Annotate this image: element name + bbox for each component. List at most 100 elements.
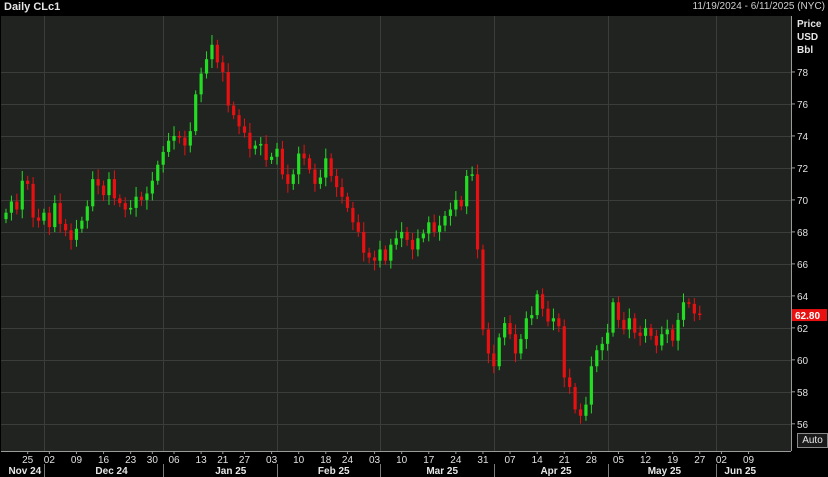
x-tick-label: 09 bbox=[743, 455, 755, 466]
y-tick-label: 78 bbox=[797, 68, 809, 79]
candle-body bbox=[421, 233, 425, 239]
candle-body bbox=[161, 151, 165, 165]
candle-body bbox=[573, 387, 577, 410]
candle-body bbox=[20, 180, 24, 210]
last-price-tag: 62.80 bbox=[792, 309, 827, 322]
candle-body bbox=[470, 174, 474, 176]
y-unit-label-price: Price bbox=[797, 19, 822, 30]
y-tick-label: 60 bbox=[797, 356, 809, 367]
candle-body bbox=[194, 94, 198, 132]
candle-body bbox=[671, 329, 675, 341]
candle-body bbox=[367, 252, 371, 258]
x-tick-label: 12 bbox=[640, 455, 652, 466]
y-tick-label: 74 bbox=[797, 132, 809, 143]
y-tick-label: 56 bbox=[797, 420, 809, 431]
candle-body bbox=[405, 231, 409, 240]
x-tick-label: 24 bbox=[450, 455, 462, 466]
x-tick-label: 10 bbox=[396, 455, 408, 466]
candle-body bbox=[475, 174, 480, 250]
candle-body bbox=[47, 212, 51, 228]
candle-body bbox=[351, 207, 355, 223]
candle-body bbox=[578, 409, 583, 416]
candle-body bbox=[513, 334, 518, 354]
candle-body bbox=[557, 318, 561, 327]
candle-body bbox=[345, 196, 350, 208]
candle-body bbox=[383, 249, 387, 261]
candle-body bbox=[362, 231, 366, 253]
candle-body bbox=[335, 175, 339, 188]
candle-body bbox=[692, 303, 696, 314]
candle-body bbox=[638, 332, 642, 336]
candle-body bbox=[562, 326, 566, 378]
auto-scale-button[interactable]: Auto bbox=[797, 433, 828, 448]
candle-body bbox=[681, 302, 686, 320]
candle-body bbox=[372, 257, 377, 261]
x-tick-label: 17 bbox=[423, 455, 435, 466]
candle-body bbox=[139, 196, 144, 200]
candle-body bbox=[280, 148, 285, 175]
candle-body bbox=[649, 327, 653, 336]
candle-body bbox=[96, 179, 100, 186]
candle-body bbox=[540, 294, 545, 309]
candle-body bbox=[167, 140, 171, 152]
x-tick-label: 03 bbox=[369, 455, 381, 466]
x-tick-label: 13 bbox=[196, 455, 208, 466]
x-tick-label: 24 bbox=[342, 455, 354, 466]
candle-body bbox=[129, 207, 133, 210]
candle-body bbox=[232, 105, 236, 116]
x-tick-label: 21 bbox=[217, 455, 229, 466]
candle bbox=[611, 298, 615, 337]
candle-body bbox=[389, 244, 393, 261]
x-tick-label: 21 bbox=[559, 455, 571, 466]
x-tick-label: 03 bbox=[266, 455, 278, 466]
candle-body bbox=[74, 228, 79, 240]
candle-body bbox=[64, 223, 68, 231]
x-tick-label: 19 bbox=[667, 455, 679, 466]
y-tick-label: 76 bbox=[797, 100, 809, 111]
x-tick-label: 05 bbox=[613, 455, 625, 466]
candle-body bbox=[546, 308, 550, 322]
candle-body bbox=[269, 156, 274, 160]
x-tick-label: 23 bbox=[125, 455, 137, 466]
candle-body bbox=[85, 206, 89, 221]
candle-body bbox=[118, 198, 122, 204]
candle-body bbox=[264, 143, 268, 160]
x-tick-label: 02 bbox=[44, 455, 56, 466]
x-tick-label: 31 bbox=[477, 455, 489, 466]
candle-body bbox=[443, 215, 447, 226]
candle-body bbox=[595, 350, 599, 367]
month-label: Dec 24 bbox=[95, 466, 128, 477]
candle-body bbox=[492, 353, 496, 367]
candle-body bbox=[530, 315, 534, 319]
candle-body bbox=[611, 302, 615, 333]
candle-body bbox=[248, 132, 252, 149]
candle-body bbox=[253, 145, 257, 149]
price-chart[interactable]: Price USD Bbl 56 58 60 62 64 66 68 70 72 74 76 78 6… bbox=[0, 0, 828, 477]
candle-body bbox=[486, 329, 490, 354]
candle-body bbox=[80, 220, 84, 229]
candle-body bbox=[660, 334, 664, 346]
x-tick-label: 18 bbox=[320, 455, 332, 466]
y-tick-label: 70 bbox=[797, 196, 809, 207]
candle-body bbox=[508, 323, 512, 335]
candle-body bbox=[215, 44, 219, 63]
candle-body bbox=[676, 319, 680, 341]
month-label: Jun 25 bbox=[724, 466, 756, 477]
candle-body bbox=[101, 185, 106, 196]
candle-body bbox=[15, 201, 19, 210]
candle-body bbox=[324, 158, 328, 178]
candle-body bbox=[400, 231, 404, 239]
candle-body bbox=[551, 318, 556, 322]
candle-body bbox=[297, 153, 301, 175]
y-tick-label: 72 bbox=[797, 164, 809, 175]
x-tick-label: 25 bbox=[22, 455, 34, 466]
candle-body bbox=[286, 174, 290, 184]
y-unit-label-volume-unit: Bbl bbox=[797, 45, 813, 56]
candle bbox=[562, 319, 566, 388]
candle-body bbox=[503, 323, 507, 338]
candle-body bbox=[481, 249, 485, 330]
candle-body bbox=[448, 209, 453, 216]
y-tick-label: 58 bbox=[797, 388, 809, 399]
y-unit-label-currency: USD bbox=[797, 32, 818, 43]
candle-body bbox=[26, 180, 30, 184]
